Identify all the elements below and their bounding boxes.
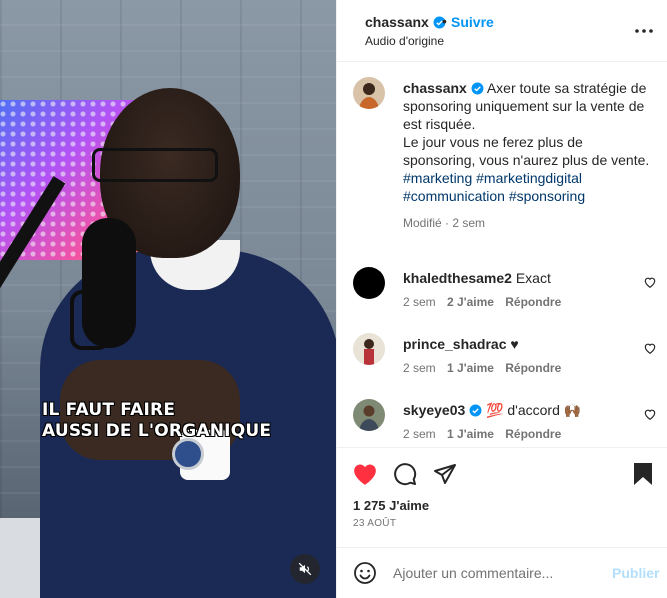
- comment-reply-button[interactable]: Répondre: [505, 361, 561, 375]
- publish-button[interactable]: Publier: [612, 565, 659, 581]
- wristwatch: [172, 438, 204, 470]
- comment-button[interactable]: [391, 460, 419, 488]
- comment-likes[interactable]: 1 J'aime: [447, 361, 494, 375]
- verified-badge-icon: [471, 82, 484, 95]
- comment-text: 💯 d'accord 🙌🏾: [486, 402, 582, 418]
- heart-filled-icon: [354, 464, 376, 485]
- comment-input[interactable]: [393, 562, 593, 584]
- comment-composer: Publier: [337, 547, 667, 598]
- commenter-avatar[interactable]: [353, 267, 385, 299]
- comment-reply-button[interactable]: Répondre: [505, 427, 561, 441]
- post-caption: chassanx Axer toute sa stratégie de spon…: [403, 79, 653, 232]
- paper-plane-icon: [434, 464, 456, 484]
- comment-item: khaledthesame2 Exact 2 sem 2 J'aime Répo…: [337, 263, 667, 323]
- mute-button[interactable]: [290, 554, 320, 584]
- post-author-username[interactable]: chassanx: [403, 80, 467, 96]
- header-username[interactable]: chassanx: [365, 14, 446, 30]
- video-caption-line1: IL FAUT FAIRE: [42, 400, 176, 420]
- post-hashtags[interactable]: #marketing #marketingdigital #communicat…: [403, 169, 653, 205]
- heart-outline-icon[interactable]: [643, 341, 657, 355]
- follow-button[interactable]: Suivre: [451, 14, 494, 30]
- comment-username[interactable]: khaledthesame2: [403, 270, 512, 286]
- video-caption: IL FAUT FAIRE AUSSI DE L'ORGANIQUE: [42, 400, 302, 442]
- post-actions: 1 275 J'aime 23 AOÛT: [337, 447, 667, 547]
- post-date: 23 AOÛT: [353, 518, 397, 529]
- person-glasses: [92, 148, 218, 182]
- comment-time: 2 sem: [403, 427, 436, 441]
- post-video[interactable]: IL FAUT FAIRE AUSSI DE L'ORGANIQUE: [0, 0, 336, 598]
- comment-item: skyeye03 💯 d'accord 🙌🏾 2 sem 1 J'aime Ré…: [337, 395, 667, 447]
- comment-text: Exact: [515, 270, 551, 286]
- video-caption-line2: AUSSI DE L'ORGANIQUE: [42, 421, 272, 441]
- comment-likes[interactable]: 2 J'aime: [447, 295, 494, 309]
- share-button[interactable]: [431, 460, 459, 488]
- post-text-line2: Le jour vous ne ferez plus de sponsoring…: [403, 134, 650, 168]
- heart-outline-icon[interactable]: [643, 275, 657, 289]
- comments-scroll-area[interactable]: chassanx Axer toute sa stratégie de spon…: [337, 63, 667, 447]
- comment-icon: [394, 463, 417, 486]
- comment-item: prince_shadrac ♥ 2 sem 1 J'aime Répondre: [337, 329, 667, 389]
- comment-time: 2 sem: [403, 361, 436, 375]
- post-header: chassanx • Suivre Audio d'origine: [337, 0, 667, 62]
- post-meta: Modifié · 2 sem: [403, 216, 486, 230]
- more-horizontal-icon: [635, 29, 653, 33]
- comment-likes[interactable]: 1 J'aime: [447, 427, 494, 441]
- audio-link[interactable]: Audio d'origine: [365, 34, 444, 48]
- commenter-avatar[interactable]: [353, 399, 385, 431]
- emoji-icon[interactable]: [353, 561, 377, 585]
- comment-username[interactable]: skyeye03: [403, 402, 465, 418]
- commenter-avatar[interactable]: [353, 333, 385, 365]
- more-options-button[interactable]: [633, 20, 655, 42]
- author-avatar[interactable]: [353, 77, 385, 109]
- likes-count[interactable]: 1 275 J'aime: [353, 498, 429, 513]
- heart-outline-icon[interactable]: [643, 407, 657, 421]
- bookmark-filled-icon: [634, 463, 652, 485]
- comment-reply-button[interactable]: Répondre: [505, 295, 561, 309]
- microphone: [82, 218, 136, 348]
- comment-text: ♥: [510, 336, 519, 352]
- comment-username[interactable]: prince_shadrac: [403, 336, 507, 352]
- like-button[interactable]: [351, 460, 379, 488]
- save-button[interactable]: [629, 460, 657, 488]
- header-username-text: chassanx: [365, 14, 429, 30]
- verified-badge-icon: [469, 404, 482, 417]
- comment-time: 2 sem: [403, 295, 436, 309]
- post-details-panel: chassanx • Suivre Audio d'origine chassa…: [336, 0, 667, 598]
- header-separator: •: [442, 13, 447, 29]
- speaker-muted-icon: [298, 562, 312, 576]
